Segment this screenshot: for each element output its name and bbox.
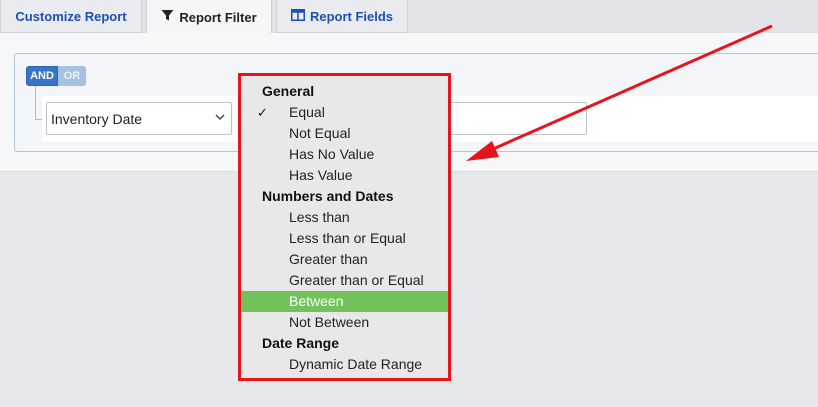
tab-report-filter[interactable]: Report Filter — [146, 0, 272, 34]
menu-option-not-equal[interactable]: Not Equal — [241, 123, 448, 144]
value-input[interactable] — [442, 102, 587, 135]
menu-option-has-value[interactable]: Has Value — [241, 165, 448, 186]
tab-report-fields-label: Report Fields — [309, 8, 394, 24]
operator-dropdown-menu: General ✓ Equal Not Equal Has No Value H… — [238, 73, 451, 381]
menu-group-header: Date Range — [262, 335, 340, 351]
menu-option-less-than[interactable]: Less than — [241, 207, 448, 228]
menu-option-less-than-or-equal[interactable]: Less than or Equal — [241, 228, 448, 249]
tab-report-filter-label: Report Filter — [179, 9, 257, 25]
chevron-down-icon — [215, 112, 225, 124]
menu-group-header: General — [262, 83, 315, 99]
funnel-icon — [161, 9, 174, 25]
field-select-value: Inventory Date — [51, 110, 143, 127]
field-select[interactable]: Inventory Date — [46, 102, 232, 135]
tab-customize-report-label: Customize Report — [15, 8, 127, 24]
menu-option-label: Equal — [289, 104, 325, 120]
tab-report-fields[interactable]: Report Fields — [276, 0, 408, 33]
menu-option-between[interactable]: Between — [241, 291, 448, 312]
checkmark-icon: ✓ — [257, 105, 268, 120]
menu-option-equal[interactable]: ✓ Equal — [241, 102, 448, 123]
table-icon — [290, 8, 305, 24]
menu-option-greater-than-or-equal[interactable]: Greater than or Equal — [241, 270, 448, 291]
menu-option-greater-than[interactable]: Greater than — [241, 249, 448, 270]
tab-bar: Customize Report Report Filter Report Fi… — [0, 0, 818, 34]
menu-option-has-no-value[interactable]: Has No Value — [241, 144, 448, 165]
tab-customize-report[interactable]: Customize Report — [0, 0, 142, 33]
menu-option-not-between[interactable]: Not Between — [241, 312, 448, 333]
and-button[interactable]: AND — [26, 66, 58, 86]
or-button[interactable]: OR — [58, 66, 86, 86]
menu-option-dynamic-date-range[interactable]: Dynamic Date Range — [241, 354, 448, 375]
menu-group-header: Numbers and Dates — [262, 188, 394, 204]
